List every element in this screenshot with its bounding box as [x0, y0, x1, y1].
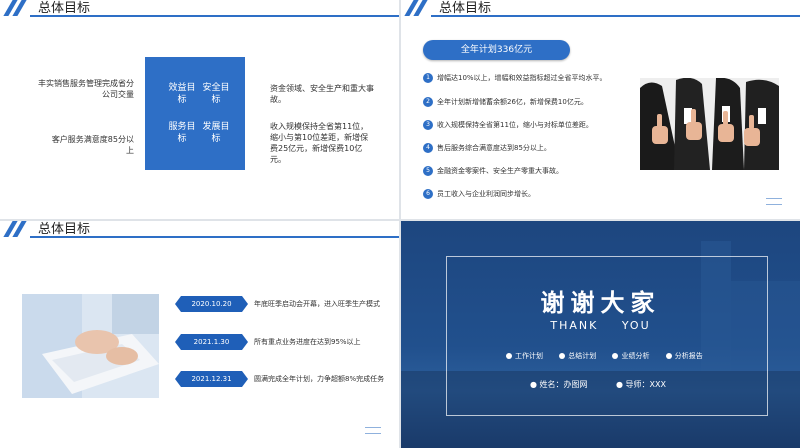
item-number: 4 [423, 143, 433, 153]
item-text: 增幅达10%以上，增幅和效益指标超过全省平均水平。 [437, 74, 607, 82]
item-text: 收入规模保持全省第11位，缩小与对标单位差距。 [437, 121, 593, 129]
user-icon: ● [616, 380, 623, 389]
goal-text-efficiency: 丰实销售服务管理完成省分公司交量 [38, 79, 134, 99]
footer-mark [766, 198, 782, 205]
nav-link-report[interactable]: 分析报告 [665, 352, 703, 360]
header-stripes [3, 221, 30, 237]
annual-plan-pill: 全年计划336亿元 [423, 40, 570, 60]
slide-header: 总体目标 [401, 0, 800, 18]
bullet-icon [665, 353, 672, 359]
slide-header: 总体目标 [0, 221, 399, 239]
bullet-icon [559, 353, 566, 359]
list-item: 2 全年计划新增储蓄余额26亿，新增保费10亿元。 [423, 96, 588, 108]
nav-links: 工作计划 总结计划 业绩分析 分析报告 [506, 351, 717, 361]
goal-label-safety: 安全目标 [202, 83, 230, 105]
timeline-text: 所有重点业务进度在达到95%以上 [254, 338, 361, 346]
thanks-frame [446, 256, 768, 416]
office-illustration [22, 294, 159, 398]
thumbs-up-photo [640, 78, 779, 170]
goal-label-development: 发展目标 [202, 122, 230, 144]
goal-text-service: 客户服务满意度85分以上 [51, 135, 134, 155]
mentor-name: ● 导师：XXX [616, 380, 666, 389]
item-text: 金融资金零案件、安全生产零重大事故。 [437, 167, 563, 175]
header-rule [431, 15, 800, 17]
thanks-subtitle: THANK YOU [550, 319, 651, 332]
goal-label-efficiency: 效益目标 [168, 83, 196, 105]
list-item: 5 金融资金零案件、安全生产零重大事故。 [423, 165, 563, 177]
slide-1: 总体目标 丰实销售服务管理完成省分公司交量 客户服务满意度85分以上 效益目标 … [0, 0, 399, 219]
footer-mark [365, 427, 381, 434]
nav-link-summary-plan[interactable]: 总结计划 [559, 352, 596, 360]
header-stripes [3, 0, 30, 16]
slide-title: 总体目标 [38, 222, 91, 237]
nav-link-work-plan[interactable]: 工作计划 [506, 352, 543, 360]
timeline-date: 2021.1.30 [175, 334, 248, 350]
item-number: 6 [423, 189, 433, 199]
goals-box: 效益目标 安全目标 服务目标 发展目标 [145, 57, 245, 170]
office-photo [22, 294, 159, 398]
thanks-title: 谢谢大家 [540, 289, 661, 317]
item-number: 3 [423, 120, 433, 130]
header-stripes [404, 0, 431, 16]
slide-header: 总体目标 [0, 0, 399, 18]
nav-link-performance[interactable]: 业绩分析 [612, 352, 649, 360]
user-icon: ● [530, 380, 537, 389]
goal-text-safety: 资金领域、安全生产和重大事故。 [270, 84, 374, 104]
header-rule [30, 15, 399, 17]
timeline-date: 2020.10.20 [175, 296, 248, 312]
list-item: 1 增幅达10%以上，增幅和效益指标超过全省平均水平。 [423, 72, 607, 84]
slide-title: 总体目标 [38, 1, 91, 16]
timeline-text: 年底旺季启动会开幕，进入旺季生产模式 [254, 300, 380, 308]
list-item: 4 售后服务综合满意度达到85分以上。 [423, 142, 551, 154]
list-item: 6 员工收入与企业利润同步增长。 [423, 188, 535, 200]
item-number: 2 [423, 97, 433, 107]
timeline-text: 圆满完成全年计划，力争超额8%完成任务 [254, 375, 385, 383]
goal-text-development: 收入规模保持全省第11位，缩小与第10位差距，新增保费25亿元，新增保费10亿元… [270, 122, 369, 164]
presenter-name: ● 姓名：办图网 [530, 380, 588, 389]
thumbs-up-illustration [640, 78, 779, 170]
item-number: 1 [423, 73, 433, 83]
item-number: 5 [423, 166, 433, 176]
bullet-icon [612, 353, 619, 359]
item-text: 员工收入与企业利润同步增长。 [437, 190, 535, 198]
header-rule [30, 236, 399, 238]
timeline-date: 2021.12.31 [175, 371, 248, 387]
item-text: 全年计划新增储蓄余额26亿，新增保费10亿元。 [437, 98, 588, 106]
list-item: 3 收入规模保持全省第11位，缩小与对标单位差距。 [423, 119, 593, 131]
slide-title: 总体目标 [439, 1, 492, 16]
item-text: 售后服务综合满意度达到85分以上。 [437, 144, 551, 152]
bullet-icon [506, 353, 512, 359]
goal-label-service: 服务目标 [168, 122, 196, 144]
